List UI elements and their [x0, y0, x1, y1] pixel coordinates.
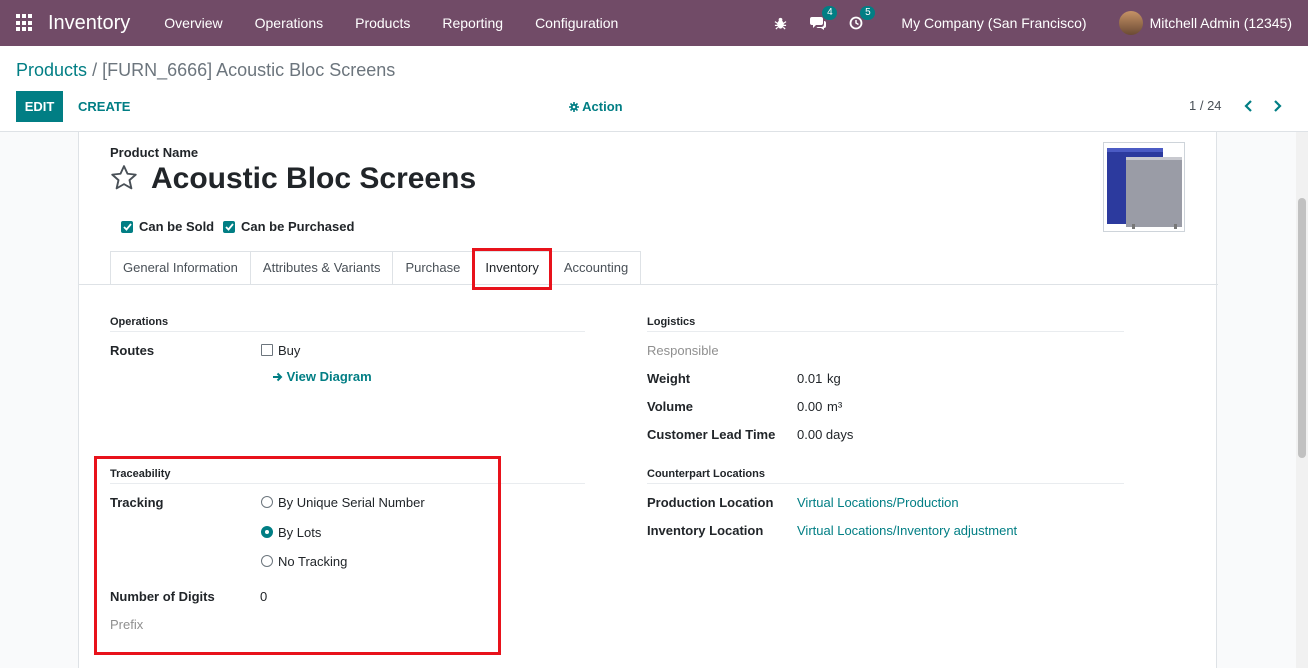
menu-overview[interactable]: Overview: [148, 0, 238, 46]
tracking-serial-label: By Unique Serial Number: [278, 495, 425, 510]
traceability-divider: [110, 483, 585, 484]
weight-unit: kg: [827, 371, 841, 386]
routes-label: Routes: [110, 343, 155, 358]
menu-products[interactable]: Products: [339, 0, 426, 46]
user-avatar[interactable]: [1118, 11, 1143, 35]
user-menu[interactable]: Mitchell Admin (12345): [1150, 15, 1292, 31]
breadcrumb-current: [FURN_6666] Acoustic Bloc Screens: [102, 60, 396, 80]
tab-attributes-variants[interactable]: Attributes & Variants: [249, 251, 393, 284]
product-name-label: Product Name: [110, 145, 199, 160]
customer-lead-time-value: 0.00 days: [797, 427, 854, 442]
volume-label: Volume: [647, 399, 693, 414]
product-image[interactable]: [1103, 142, 1185, 232]
operations-divider: [110, 331, 585, 332]
counterpart-group-title: Counterpart Locations: [647, 468, 765, 480]
logistics-group-title: Logistics: [647, 316, 696, 328]
activities-badge: 5: [860, 6, 876, 20]
form-tabs: General Information Attributes & Variant…: [110, 251, 642, 284]
tab-accounting[interactable]: Accounting: [550, 251, 642, 284]
menu-reporting[interactable]: Reporting: [426, 0, 519, 46]
volume-unit: m³: [827, 399, 843, 414]
logistics-divider: [647, 331, 1124, 332]
can-be-purchased-checkbox[interactable]: Can be Purchased: [223, 219, 354, 234]
breadcrumb-separator: /: [92, 60, 98, 80]
product-name-value: Acoustic Bloc Screens: [151, 162, 477, 195]
edit-button[interactable]: EDIT: [16, 91, 63, 122]
systray: 4 5 My Company (San Francisco) Mitchell …: [761, 0, 1308, 46]
view-diagram-label: View Diagram: [286, 369, 372, 384]
breadcrumb: Products / [FURN_6666] Acoustic Bloc Scr…: [16, 60, 395, 81]
number-of-digits-label: Number of Digits: [110, 589, 215, 604]
production-location-link[interactable]: Virtual Locations/Production: [797, 495, 959, 510]
top-navbar: Inventory Overview Operations Products R…: [0, 0, 1308, 46]
inventory-location-label: Inventory Location: [647, 523, 764, 538]
production-location-label: Production Location: [647, 495, 774, 510]
pager-value[interactable]: 1 / 24: [1189, 98, 1222, 113]
tab-general-information[interactable]: General Information: [110, 251, 250, 284]
route-buy-checkbox[interactable]: [261, 344, 273, 356]
pager-previous-button[interactable]: [1240, 96, 1258, 116]
route-buy-label: Buy: [278, 343, 301, 358]
number-of-digits-value: 0: [260, 589, 268, 604]
check-icon: [223, 220, 235, 233]
main-menu: Overview Operations Products Reporting C…: [148, 0, 634, 46]
pager-next-button[interactable]: [1268, 96, 1286, 116]
volume-value: 0.00: [797, 399, 823, 414]
gear-icon: [569, 102, 579, 112]
inventory-location-link[interactable]: Virtual Locations/Inventory adjustment: [797, 523, 1017, 538]
apps-menu-icon[interactable]: [16, 14, 34, 32]
action-menu[interactable]: Action: [569, 99, 623, 114]
chevron-left-icon: [1244, 100, 1252, 112]
can-be-sold-checkbox[interactable]: Can be Sold: [121, 219, 214, 234]
tab-purchase[interactable]: Purchase: [392, 251, 473, 284]
form-sheet: Product Name Acoustic Bloc Screens Can b…: [78, 132, 1218, 668]
tracking-lots-radio[interactable]: [261, 526, 273, 538]
tracking-serial-radio[interactable]: [261, 496, 273, 508]
tab-divider: [79, 284, 1218, 285]
view-diagram-button[interactable]: View Diagram: [272, 369, 372, 384]
control-panel: Products / [FURN_6666] Acoustic Bloc Scr…: [0, 46, 1308, 132]
action-label: Action: [582, 99, 623, 114]
tracking-lots-label: By Lots: [278, 525, 322, 540]
weight-label: Weight: [647, 371, 691, 386]
tab-inventory[interactable]: Inventory: [472, 251, 551, 284]
tracking-none-radio[interactable]: [261, 555, 273, 567]
responsible-label: Responsible: [647, 343, 719, 358]
tracking-label: Tracking: [110, 495, 164, 510]
weight-value: 0.01: [797, 371, 823, 386]
arrow-right-icon: [273, 372, 283, 382]
menu-operations[interactable]: Operations: [239, 0, 339, 46]
scrollbar-thumb[interactable]: [1298, 198, 1306, 458]
company-switcher[interactable]: My Company (San Francisco): [901, 15, 1086, 31]
app-title[interactable]: Inventory: [48, 12, 130, 35]
breadcrumb-products-link[interactable]: Products: [16, 60, 87, 80]
activities-clock-icon[interactable]: 5: [845, 6, 876, 34]
prefix-label: Prefix: [110, 617, 144, 632]
create-button[interactable]: CREATE: [70, 91, 138, 122]
traceability-group-title: Traceability: [110, 468, 171, 480]
check-icon: [121, 220, 133, 233]
tracking-none-label: No Tracking: [278, 554, 348, 569]
messages-badge: 4: [822, 6, 838, 20]
menu-configuration[interactable]: Configuration: [519, 0, 634, 46]
messages-icon[interactable]: 4: [807, 6, 838, 34]
debug-bug-icon[interactable]: [769, 12, 791, 34]
can-be-sold-label: Can be Sold: [139, 219, 215, 234]
favorite-star-icon[interactable]: [109, 163, 139, 196]
operations-group-title: Operations: [110, 316, 169, 328]
counterpart-divider: [647, 483, 1124, 484]
customer-lead-time-label: Customer Lead Time: [647, 427, 776, 442]
can-be-purchased-label: Can be Purchased: [241, 219, 355, 234]
chevron-right-icon: [1274, 100, 1282, 112]
